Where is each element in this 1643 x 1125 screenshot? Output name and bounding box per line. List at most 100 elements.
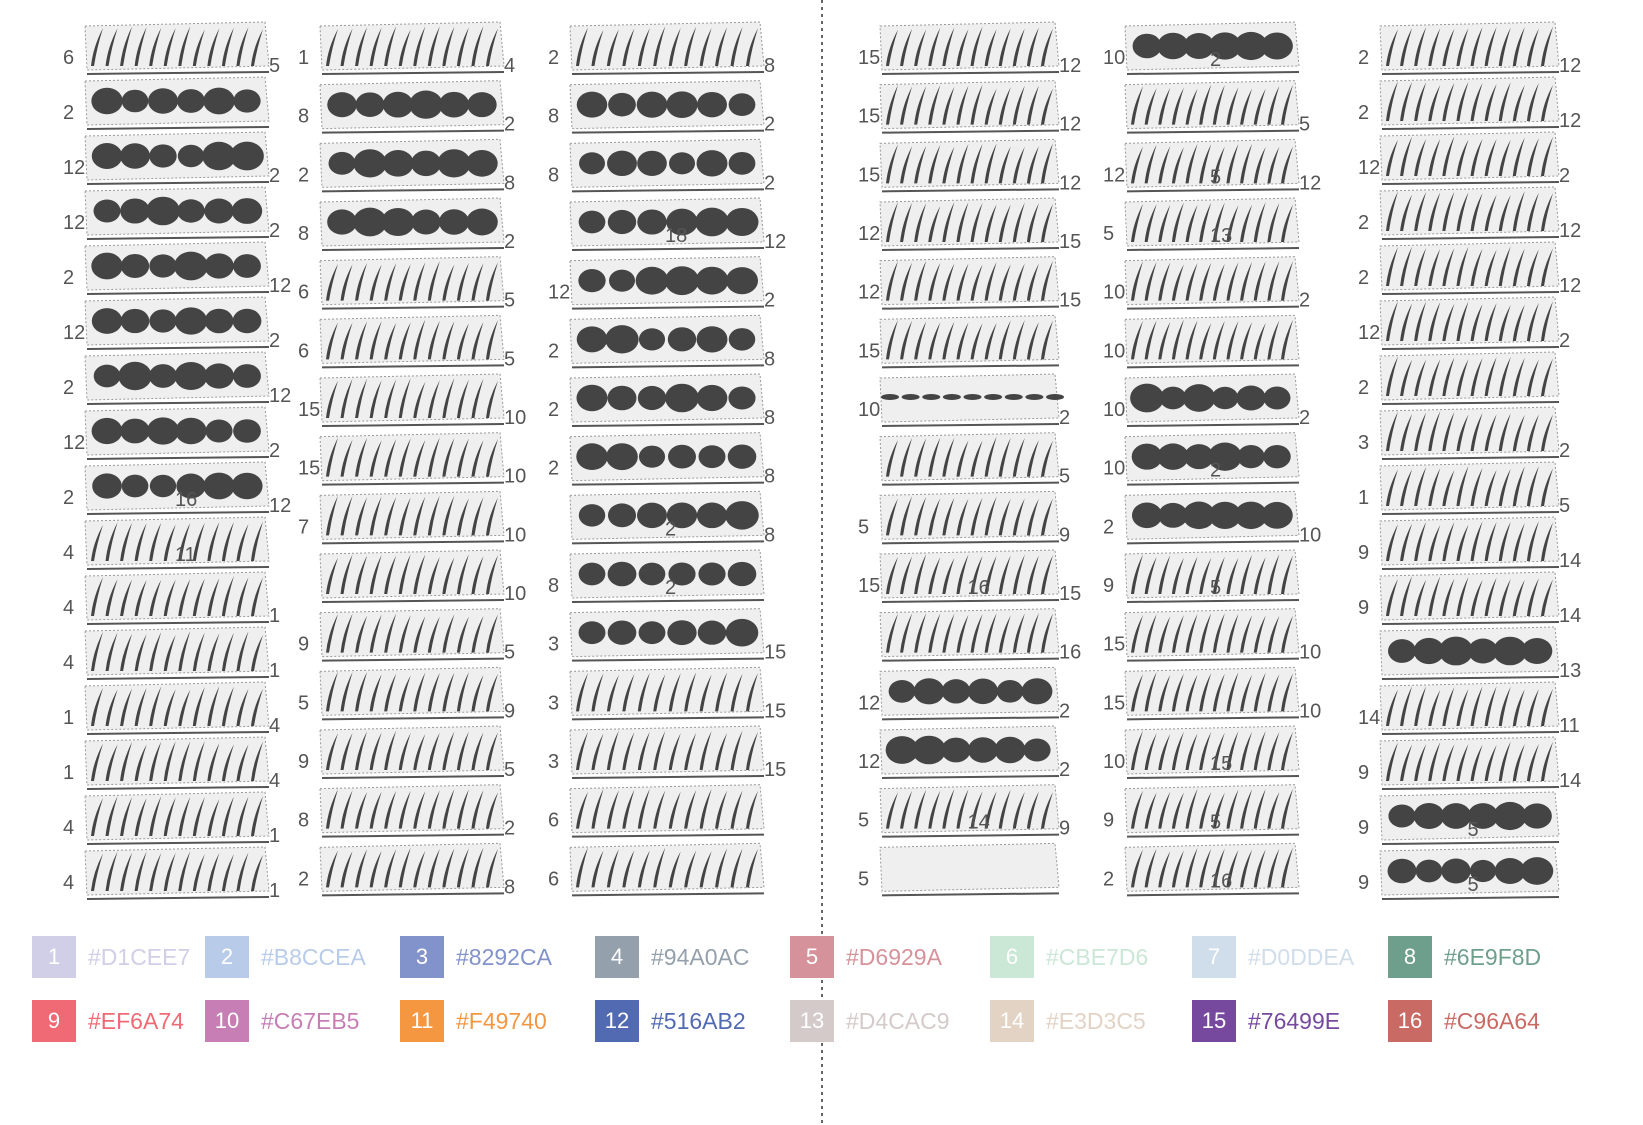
- strip-baseline: [321, 71, 505, 75]
- blob-mark: [327, 92, 357, 118]
- blob-mark: [148, 88, 178, 114]
- blob-mark: [411, 209, 441, 235]
- blob-mark: [149, 364, 177, 388]
- strip-baseline: [321, 716, 505, 721]
- strip-baseline: [881, 657, 1060, 662]
- blob-mark: [1261, 501, 1293, 529]
- strip-s: [84, 791, 270, 845]
- blob-mark: [695, 207, 729, 237]
- blob-mark: [120, 253, 150, 279]
- strip-label-right: 13: [1559, 660, 1581, 682]
- strip-label-right: 2: [504, 818, 515, 840]
- strip-s: [879, 490, 1060, 545]
- strip-baseline: [86, 291, 270, 295]
- strip-label-middle: 14: [968, 812, 990, 834]
- blob-mark: [608, 269, 636, 292]
- blob-mark: [203, 472, 235, 500]
- strip-s: [319, 256, 505, 310]
- blob-mark: [941, 679, 971, 704]
- strip-baseline: [321, 129, 505, 134]
- blob-mark: [665, 266, 699, 296]
- strip-baseline: [321, 423, 505, 427]
- blob-mark: [913, 678, 945, 705]
- strip-baseline: [321, 540, 505, 545]
- strip-label-right: 2: [269, 440, 280, 462]
- blob-mark: [146, 196, 180, 226]
- dash-mark: [922, 394, 941, 400]
- strip-label-left: 1: [63, 707, 74, 729]
- strip-label-right: 1: [269, 605, 280, 627]
- strip-s: [319, 608, 505, 662]
- strip-label-left: 2: [63, 102, 74, 124]
- dash-mark: [963, 394, 982, 400]
- strip-background: [569, 666, 765, 716]
- strip-label-right: 15: [764, 759, 786, 781]
- blob-mark: [1387, 858, 1417, 884]
- blob-mark: [327, 209, 357, 235]
- strip-s: [1124, 314, 1300, 369]
- strip-label-right: 15: [1059, 583, 1081, 605]
- strip-label-left: 6: [298, 340, 309, 362]
- strip-label-right: 8: [764, 348, 775, 370]
- strip-label-right: 2: [504, 114, 515, 136]
- blob-mark: [328, 151, 356, 175]
- strip-label-left: 2: [298, 164, 309, 186]
- strip-b: [84, 186, 270, 240]
- blob-mark: [120, 418, 150, 444]
- strip-baseline: [1126, 481, 1300, 486]
- strip-label-right: 4: [269, 770, 280, 792]
- blob-mark: [1387, 639, 1417, 663]
- strip-label-right: 8: [764, 524, 775, 546]
- dash-mark: [901, 394, 920, 400]
- strip-label-right: 2: [269, 220, 280, 242]
- strip-label-left: 15: [858, 575, 880, 597]
- strip-baseline: [881, 892, 1060, 897]
- strip-baseline: [1381, 126, 1560, 130]
- blob-mark: [941, 737, 971, 763]
- strip-b: [879, 666, 1060, 721]
- strip-label-right: 12: [1059, 55, 1081, 77]
- strip-label-left: 15: [1103, 692, 1125, 714]
- strip-baseline: [571, 775, 765, 779]
- blob-mark: [607, 385, 637, 411]
- strip-label-left: 2: [1103, 868, 1114, 890]
- blob-mark: [204, 363, 234, 389]
- blob-mark: [174, 251, 208, 281]
- blob-mark: [725, 618, 759, 647]
- strip-baseline: [571, 716, 765, 721]
- blob-mark: [667, 620, 697, 646]
- strip-label-middle: 2: [665, 577, 676, 599]
- strip-baseline: [1126, 657, 1300, 662]
- strip-label-left: 2: [63, 377, 74, 399]
- strip-s: [879, 314, 1060, 369]
- strip-label-left: 2: [548, 47, 559, 69]
- strip-label-left: 4: [63, 872, 74, 894]
- strip-baseline: [571, 833, 765, 838]
- blob-mark: [466, 208, 498, 236]
- strip-label-right: 8: [504, 876, 515, 898]
- blob-mark: [1493, 801, 1527, 831]
- blob-mark: [637, 150, 667, 176]
- blob-mark: [637, 385, 667, 411]
- strip-label-right: 11: [1559, 715, 1580, 737]
- strip-label-left: 12: [858, 282, 880, 304]
- strip-label-left: 12: [63, 212, 85, 234]
- strip-label-left: 2: [1358, 47, 1369, 69]
- strip-baseline: [1381, 566, 1560, 570]
- blob-mark: [1494, 857, 1526, 885]
- strip-label-left: 2: [1358, 377, 1369, 399]
- strip-label-left: 12: [1358, 157, 1380, 179]
- strip-label-left: 8: [548, 164, 559, 186]
- strip-label-right: 12: [1299, 172, 1321, 194]
- strip-b: [319, 197, 505, 251]
- strip-baseline: [86, 181, 270, 185]
- strip-label-left: 3: [548, 634, 559, 656]
- strip-baseline: [1126, 305, 1300, 310]
- strip-baseline: [881, 599, 1060, 603]
- strip-baseline: [1126, 247, 1300, 251]
- strip-label-left: 3: [548, 751, 559, 773]
- blob-mark: [203, 87, 235, 115]
- blob-mark: [382, 150, 414, 177]
- strip-label-left: 9: [1358, 762, 1369, 784]
- blob-mark: [355, 92, 385, 117]
